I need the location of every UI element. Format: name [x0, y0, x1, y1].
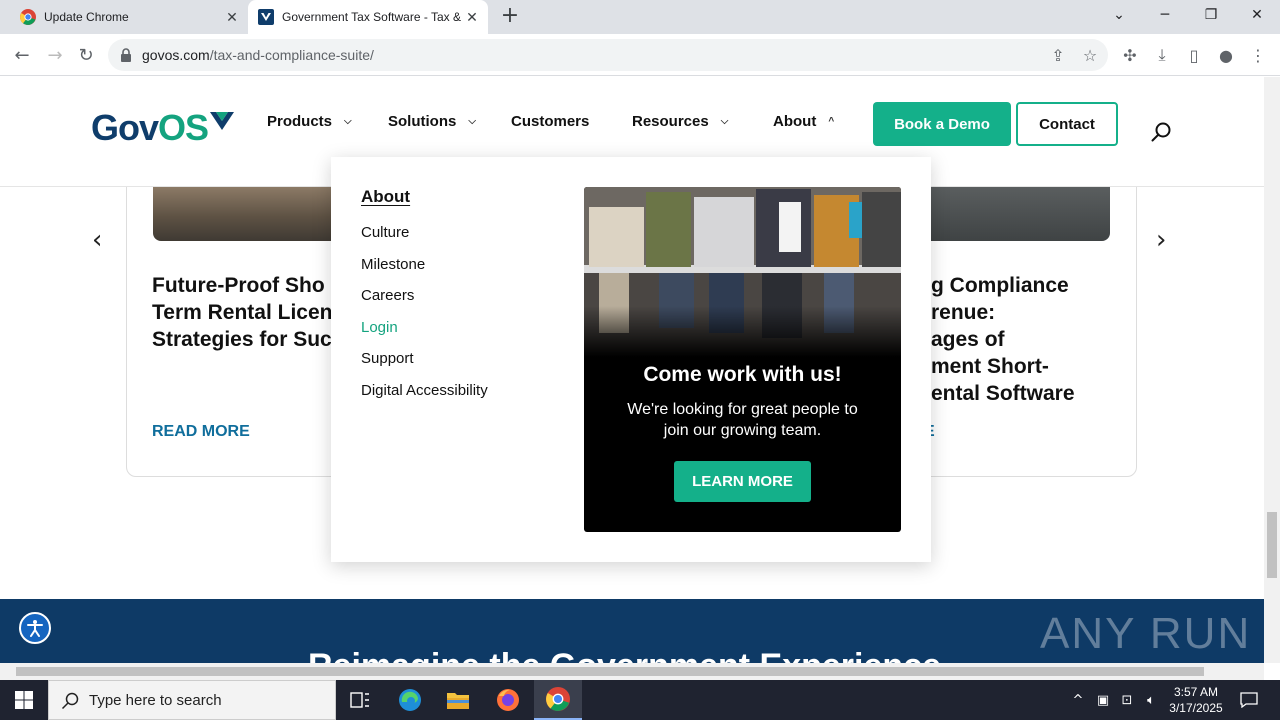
bookmark-star-icon[interactable]: ☆: [1080, 45, 1100, 65]
restore-icon[interactable]: ❐: [1188, 0, 1234, 30]
govos-logo[interactable]: Gov OS: [91, 107, 235, 149]
task-view-glyph-icon: [350, 692, 369, 708]
network-icon[interactable]: ⊡: [1118, 680, 1136, 720]
nav-about[interactable]: About ^: [773, 113, 834, 130]
nav-resources[interactable]: Resources ⌵: [632, 113, 728, 130]
contact-button[interactable]: Contact: [1016, 102, 1118, 146]
team-photo: [584, 187, 901, 357]
windows-logo-icon: [15, 691, 33, 709]
tray-device-icon[interactable]: ▣: [1094, 680, 1112, 720]
extensions-icon[interactable]: ✣: [1120, 45, 1140, 65]
learn-more-button[interactable]: LEARN MORE: [674, 461, 811, 502]
search-icon: [61, 692, 79, 710]
logo-os: OS: [158, 107, 209, 148]
chevron-down-icon: ⌵: [344, 116, 352, 127]
tray-chevron-up-icon[interactable]: ^: [1070, 680, 1086, 720]
folder-icon: [447, 693, 469, 709]
taskbar-clock[interactable]: 3:57 AM 3/17/2025: [1163, 684, 1229, 716]
chrome-icon: [20, 9, 36, 25]
scrollbar-thumb[interactable]: [16, 667, 1204, 676]
volume-icon[interactable]: 🔈︎: [1142, 680, 1160, 720]
read-more-link[interactable]: READ MORE: [152, 423, 250, 441]
chrome-icon: [546, 687, 570, 711]
govos-favicon-icon: [258, 9, 274, 25]
nav-customers[interactable]: Customers: [511, 113, 589, 130]
share-icon[interactable]: ⇪: [1048, 45, 1068, 65]
scrollbar-thumb[interactable]: [1267, 512, 1277, 578]
menu-item-milestone[interactable]: Milestone: [361, 256, 425, 273]
tab-title: Government Tax Software - Tax & Complian…: [282, 10, 464, 24]
back-icon[interactable]: ←: [10, 43, 34, 67]
book-demo-button[interactable]: Book a Demo: [873, 102, 1011, 146]
windows-taskbar: Type here to search ^ ▣ ⊡ 🔈︎ 3:57 AM 3/1…: [0, 680, 1280, 720]
notifications-icon[interactable]: [1238, 680, 1260, 720]
nav-products[interactable]: Products ⌵: [267, 113, 352, 130]
download-icon[interactable]: ⤓: [1152, 45, 1172, 65]
tab-update-chrome[interactable]: Update Chrome ✕: [8, 0, 246, 34]
careers-promo-card: Come work with us! We're looking for gre…: [584, 187, 901, 532]
lock-icon: [121, 48, 131, 62]
menu-item-culture[interactable]: Culture: [361, 224, 409, 241]
banner-title: Reimagine the Government Experience: [308, 647, 941, 663]
chevron-down-icon: ⌵: [720, 116, 729, 127]
windows-start-icon[interactable]: [0, 680, 48, 720]
tab-search-icon[interactable]: ⌄: [1096, 0, 1142, 30]
new-tab-icon[interactable]: +: [498, 5, 522, 29]
search-placeholder: Type here to search: [89, 692, 222, 709]
horizontal-scrollbar[interactable]: [0, 663, 1264, 680]
firefox-logo-icon: [497, 689, 519, 711]
carousel-prev-icon[interactable]: ‹: [92, 225, 102, 255]
tab-strip: Update Chrome ✕ Government Tax Software …: [0, 0, 1280, 34]
firefox-icon[interactable]: [484, 680, 532, 720]
about-dropdown-menu: About Culture Milestone Careers Login Su…: [331, 157, 931, 562]
watermark: ANY RUN: [1040, 609, 1252, 658]
tab-title: Update Chrome: [44, 10, 129, 24]
article-title-left[interactable]: Future-Proof Sho Term Rental Licen Strat…: [152, 272, 333, 353]
address-bar[interactable]: govos.com/tax-and-compliance-suite/: [108, 39, 1108, 71]
forward-icon[interactable]: →: [43, 43, 67, 67]
logo-gov: Gov: [91, 107, 159, 148]
task-view-icon[interactable]: [336, 680, 384, 720]
nav-solutions[interactable]: Solutions ⌵: [388, 113, 476, 130]
promo-text: We're looking for great people to join o…: [627, 401, 858, 439]
edge-icon[interactable]: [386, 680, 434, 720]
article-image-left: [153, 187, 333, 241]
carousel-next-icon[interactable]: ›: [1156, 225, 1166, 255]
chrome-taskbar-icon[interactable]: [534, 680, 582, 720]
profile-icon[interactable]: ●: [1216, 45, 1236, 65]
accessibility-icon[interactable]: [19, 612, 51, 644]
chevron-up-icon: ^: [828, 116, 835, 127]
search-icon[interactable]: [1150, 121, 1172, 143]
clock-time: 3:57 AM: [1173, 685, 1219, 699]
clock-date: 3/17/2025: [1169, 701, 1223, 715]
tab-govos[interactable]: Government Tax Software - Tax & Complian…: [248, 0, 488, 34]
notification-bubble-icon: [1240, 692, 1258, 708]
reload-icon[interactable]: ↻: [74, 43, 98, 67]
article-title-right[interactable]: g Compliance renue: ages of ment Short- …: [931, 272, 1075, 407]
close-tab-icon[interactable]: ✕: [464, 9, 480, 25]
logo-checkmark-icon: [210, 112, 235, 130]
file-explorer-icon[interactable]: [434, 680, 482, 720]
side-panel-icon[interactable]: ▯: [1184, 45, 1204, 65]
browser-toolbar: ← → ↻ govos.com/tax-and-compliance-suite…: [0, 34, 1280, 76]
accessibility-figure-icon: [27, 620, 43, 637]
menu-icon[interactable]: ⋮: [1248, 45, 1268, 65]
about-menu-heading[interactable]: About: [361, 187, 410, 207]
edge-logo-icon: [399, 689, 421, 711]
promo-title: Come work with us!: [643, 363, 842, 386]
minimize-icon[interactable]: ─: [1142, 0, 1188, 30]
close-window-icon[interactable]: ✕: [1234, 0, 1280, 30]
taskbar-search-box[interactable]: Type here to search: [48, 680, 336, 720]
menu-item-support[interactable]: Support: [361, 350, 414, 367]
menu-item-login[interactable]: Login: [361, 319, 398, 336]
page-viewport: ‹ › Future-Proof Sho Term Rental Licen S…: [0, 77, 1264, 663]
url-text: govos.com/tax-and-compliance-suite/: [142, 47, 374, 63]
menu-item-digital-accessibility[interactable]: Digital Accessibility: [361, 382, 488, 399]
article-image-right: [930, 187, 1110, 241]
vertical-scrollbar[interactable]: [1264, 77, 1280, 663]
menu-item-careers[interactable]: Careers: [361, 287, 414, 304]
chevron-down-icon: ⌵: [468, 116, 476, 127]
close-tab-icon[interactable]: ✕: [224, 9, 240, 25]
